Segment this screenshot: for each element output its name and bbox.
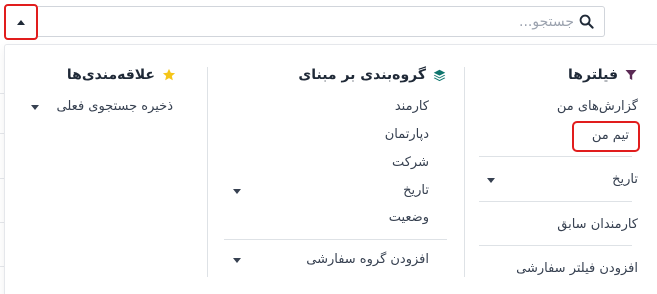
group-by-header: گروه‌بندی بر مبنای xyxy=(298,65,446,85)
chevron-down-icon[interactable] xyxy=(31,105,39,110)
filters-header: فیلترها xyxy=(568,65,637,85)
toggle-search-panel-button[interactable] xyxy=(4,4,38,40)
group-by-item-date[interactable]: تاریخ xyxy=(403,180,429,202)
filter-item-my-reports[interactable]: گزارش‌های من xyxy=(557,96,638,118)
group-by-item-department[interactable]: دپارتمان xyxy=(385,124,429,146)
favorites-header: علاقه‌مندی‌ها xyxy=(67,65,176,85)
filters-title: فیلترها xyxy=(568,67,618,83)
group-by-item-status[interactable]: وضعیت xyxy=(389,207,429,229)
add-custom-group-select[interactable]: افزودن گروه سفارشی xyxy=(306,249,429,271)
filters-divider xyxy=(479,156,632,157)
chevron-down-icon[interactable] xyxy=(487,178,495,183)
caret-up-icon xyxy=(17,19,25,25)
filter-icon xyxy=(625,70,637,80)
add-custom-filter-button[interactable]: افزودن فیلتر سفارشی xyxy=(516,258,638,280)
group-by-title: گروه‌بندی بر مبنای xyxy=(298,67,426,83)
star-icon xyxy=(162,68,176,81)
filter-item-date[interactable]: تاریخ xyxy=(612,169,638,191)
search-dropdown-panel: فیلترها گزارش‌های من تیم من تاریخ کارمند… xyxy=(4,44,657,294)
save-current-search-button[interactable]: ذخیره جستجوی فعلی xyxy=(57,96,173,118)
chevron-down-icon[interactable] xyxy=(233,189,241,194)
group-by-item-company[interactable]: شرکت xyxy=(392,152,429,174)
filters-divider xyxy=(479,201,632,202)
layers-icon xyxy=(433,69,446,81)
column-divider xyxy=(207,67,208,277)
group-by-item-employee[interactable]: کارمند xyxy=(395,96,429,118)
search-input[interactable] xyxy=(74,7,574,36)
group-by-divider xyxy=(224,239,447,240)
filter-item-former-employees[interactable]: کارمندان سابق xyxy=(557,214,638,236)
chevron-down-icon[interactable] xyxy=(233,258,241,263)
search-box xyxy=(38,6,605,37)
filter-item-my-team[interactable]: تیم من xyxy=(592,125,629,147)
search-icon[interactable] xyxy=(579,14,594,29)
search-panel-page: فیلترها گزارش‌های من تیم من تاریخ کارمند… xyxy=(0,0,657,294)
filters-divider xyxy=(479,245,632,246)
column-divider xyxy=(464,67,465,277)
favorites-title: علاقه‌مندی‌ها xyxy=(66,67,155,83)
